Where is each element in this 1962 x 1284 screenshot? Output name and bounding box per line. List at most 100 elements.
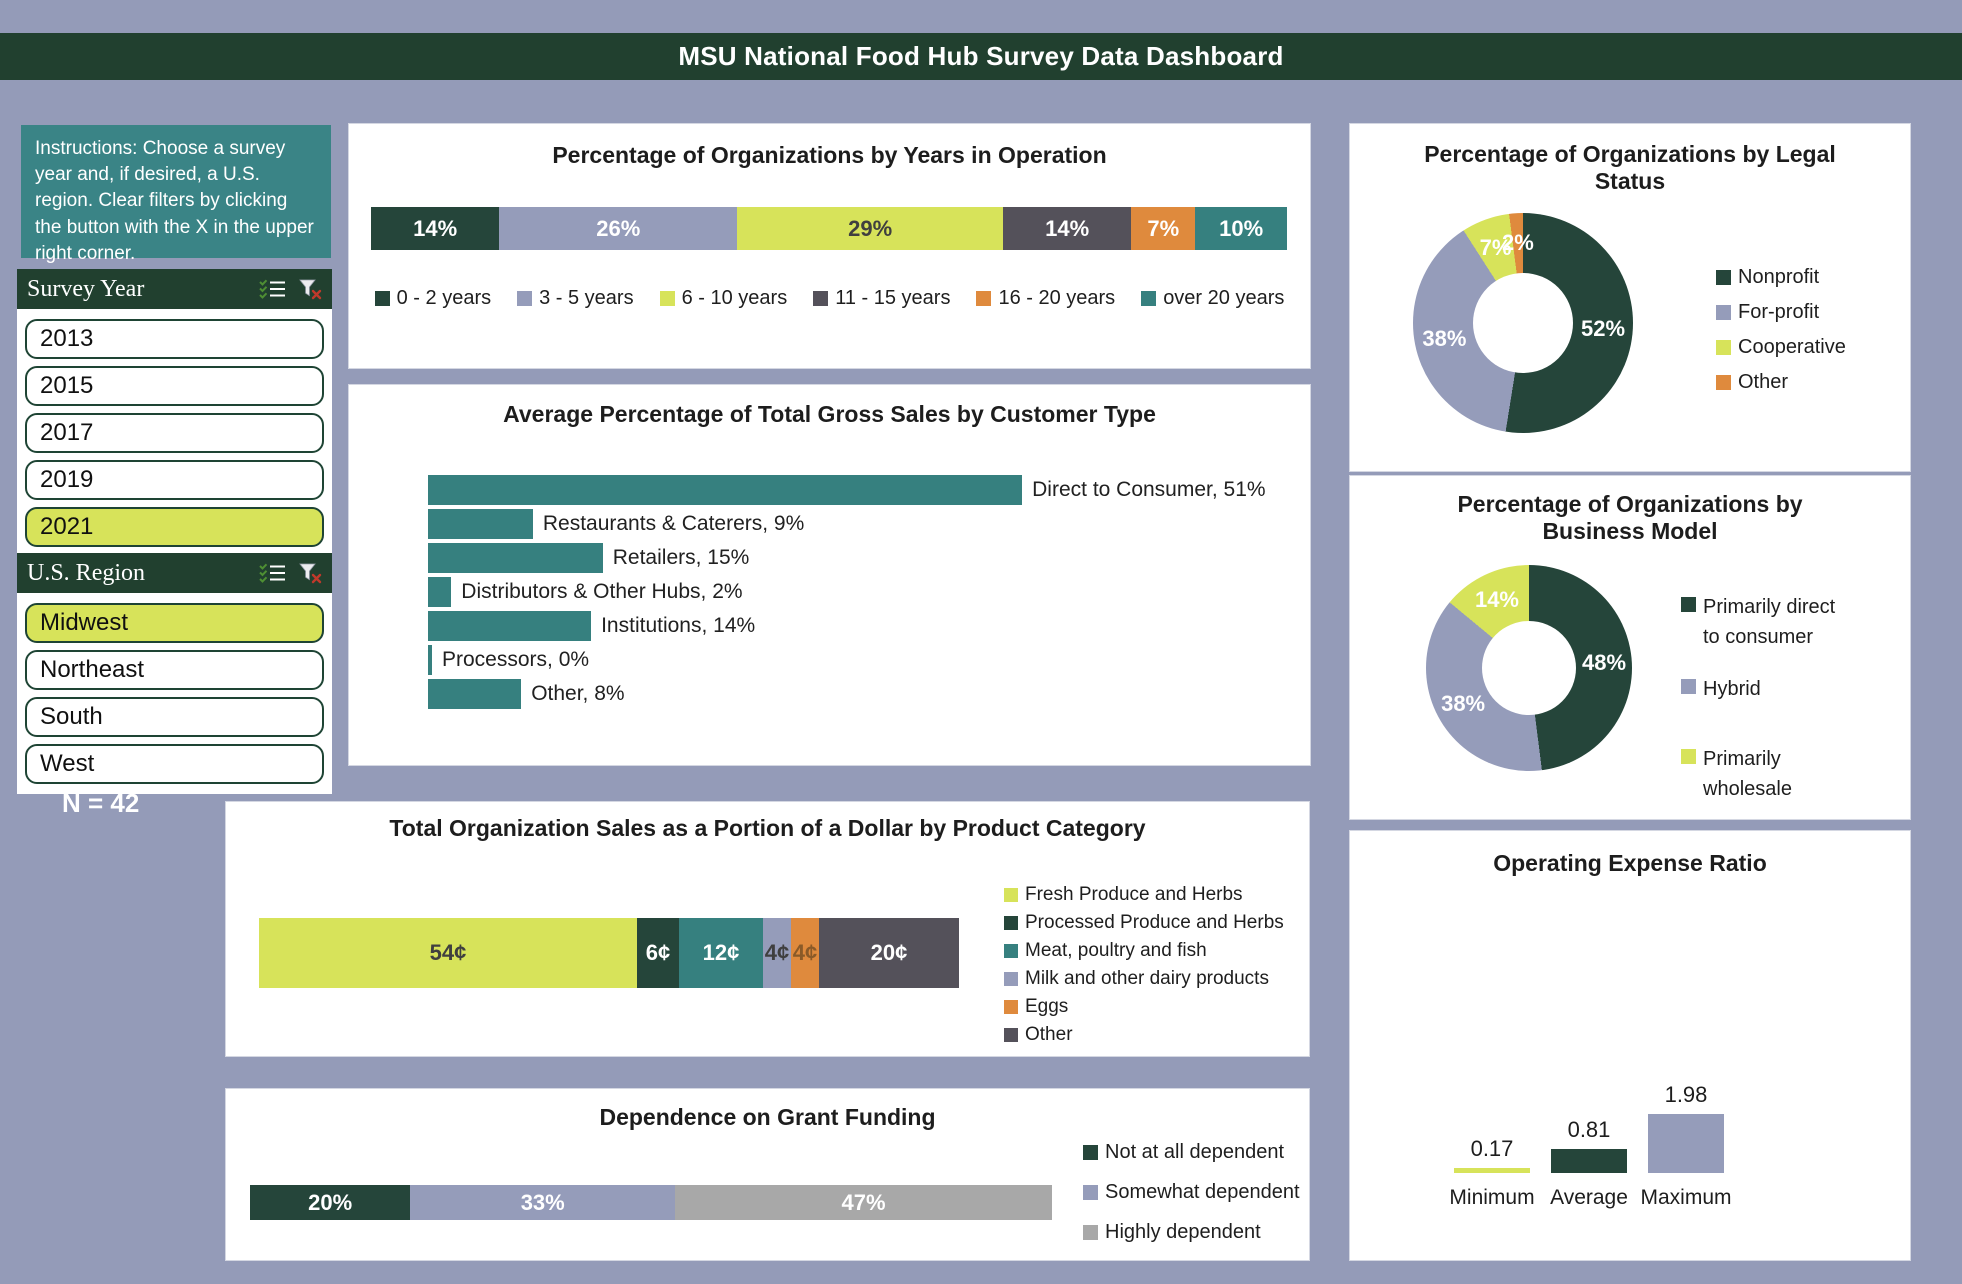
segment-somewhat-dependent[interactable]: 33% xyxy=(410,1185,675,1220)
slicer-option-2013[interactable]: 2013 xyxy=(25,319,324,359)
legend-item-11-15-years[interactable]: 11 - 15 years xyxy=(813,287,950,310)
bar-average[interactable] xyxy=(1551,1149,1627,1173)
slicer-option-2017[interactable]: 2017 xyxy=(25,413,324,453)
legend-item-processed-produce-and-herbs[interactable]: Processed Produce and Herbs xyxy=(1004,912,1284,934)
value-label: 0.17 xyxy=(1471,1136,1514,1162)
legend-swatch xyxy=(1083,1145,1098,1160)
legal-status-legend: Nonprofit For-profit Cooperative Other xyxy=(1716,266,1846,394)
segment-other[interactable]: 20¢ xyxy=(819,918,959,988)
legend-item-0-2-years[interactable]: 0 - 2 years xyxy=(375,287,491,310)
segment-meat-poultry-and-fish[interactable]: 12¢ xyxy=(679,918,763,988)
slicer-option-south[interactable]: South xyxy=(25,697,324,737)
legend-item-6-10-years[interactable]: 6 - 10 years xyxy=(660,287,788,310)
legend-label: Primarily direct to consumer xyxy=(1703,592,1853,652)
segment-milk-and-other-dairy-products[interactable]: 4¢ xyxy=(763,918,791,988)
bar-distributors-other-hubs[interactable] xyxy=(428,577,451,607)
clear-filter-icon[interactable] xyxy=(299,279,322,300)
customer-type-bars: Direct to Consumer, 51%Restaurants & Cat… xyxy=(428,475,1266,713)
slicer-option-2019[interactable]: 2019 xyxy=(25,460,324,500)
legend-item-primarily-wholesale[interactable]: Primarily wholesale xyxy=(1681,744,1853,804)
segment-label: 6¢ xyxy=(646,940,670,966)
legend-item-over-20-years[interactable]: over 20 years xyxy=(1141,287,1284,310)
segment-3-5-years[interactable]: 26% xyxy=(499,207,737,250)
segment-label: 54¢ xyxy=(430,940,467,966)
segment-0-2-years[interactable]: 14% xyxy=(371,207,499,250)
legend-item-cooperative[interactable]: Cooperative xyxy=(1716,336,1846,359)
bar-processors[interactable] xyxy=(428,645,432,675)
legend-item-16-20-years[interactable]: 16 - 20 years xyxy=(976,287,1115,310)
legend-item-primarily-direct-to-consumer[interactable]: Primarily direct to consumer xyxy=(1681,592,1853,652)
legend-label: over 20 years xyxy=(1163,287,1284,310)
segment-not-at-all-dependent[interactable]: 20% xyxy=(250,1185,410,1220)
slicer-option-northeast[interactable]: Northeast xyxy=(25,650,324,690)
legend-item-eggs[interactable]: Eggs xyxy=(1004,996,1284,1018)
bar-restaurants-caterers[interactable] xyxy=(428,509,533,539)
operating-expense-ratio-bars: 0.17Minimum0.81Average1.98Maximum xyxy=(1454,1082,1745,1210)
legal-status-donut[interactable]: 52%38%7%2% xyxy=(1413,213,1633,433)
clear-filter-icon[interactable] xyxy=(299,563,322,584)
business-model-donut[interactable]: 48%38%14% xyxy=(1426,565,1632,771)
us-region-slicer: U.S. Region Midwest Northeast South West xyxy=(17,553,332,794)
slicer-option-2015[interactable]: 2015 xyxy=(25,366,324,406)
segment-label: 26% xyxy=(596,216,640,242)
segment-fresh-produce-and-herbs[interactable]: 54¢ xyxy=(259,918,637,988)
legend-label: Highly dependent xyxy=(1105,1221,1261,1244)
legend-item-not-at-all-dependent[interactable]: Not at all dependent xyxy=(1083,1141,1300,1164)
segment-16-20-years[interactable]: 7% xyxy=(1131,207,1195,250)
legend-item-nonprofit[interactable]: Nonprofit xyxy=(1716,266,1846,289)
legend-swatch xyxy=(1681,749,1696,764)
legend-swatch xyxy=(813,291,828,306)
legend-item-highly-dependent[interactable]: Highly dependent xyxy=(1083,1221,1300,1244)
legend-item-fresh-produce-and-herbs[interactable]: Fresh Produce and Herbs xyxy=(1004,884,1284,906)
legend-item-3-5-years[interactable]: 3 - 5 years xyxy=(517,287,633,310)
us-region-slicer-header: U.S. Region xyxy=(17,553,332,593)
legend-item-other[interactable]: Other xyxy=(1004,1024,1284,1046)
slicer-option-midwest[interactable]: Midwest xyxy=(25,603,324,643)
bar-direct-to-consumer[interactable] xyxy=(428,475,1022,505)
segment-eggs[interactable]: 4¢ xyxy=(791,918,819,988)
segment-over-20-years[interactable]: 10% xyxy=(1195,207,1287,250)
donut-label-for-profit: 38% xyxy=(1422,326,1466,352)
bar-other[interactable] xyxy=(428,679,521,709)
survey-year-slicer-header: Survey Year xyxy=(17,269,332,309)
legend-item-for-profit[interactable]: For-profit xyxy=(1716,301,1846,324)
legend-swatch xyxy=(375,291,390,306)
legend-swatch xyxy=(1716,340,1731,355)
legend-item-meat-poultry-and-fish[interactable]: Meat, poultry and fish xyxy=(1004,940,1284,962)
segment-11-15-years[interactable]: 14% xyxy=(1003,207,1131,250)
legend-label: Cooperative xyxy=(1738,336,1846,359)
slicer-option-2021[interactable]: 2021 xyxy=(25,507,324,547)
segment-6-10-years[interactable]: 29% xyxy=(737,207,1003,250)
legend-item-somewhat-dependent[interactable]: Somewhat dependent xyxy=(1083,1181,1300,1204)
segment-label: 33% xyxy=(521,1190,565,1216)
legend-swatch xyxy=(1681,597,1696,612)
slicer-title-us-region: U.S. Region xyxy=(27,560,145,587)
checklist-icon[interactable] xyxy=(259,563,285,583)
legend-swatch xyxy=(1004,1028,1018,1042)
bar-minimum[interactable] xyxy=(1454,1168,1530,1173)
legend-item-milk-and-other-dairy-products[interactable]: Milk and other dairy products xyxy=(1004,968,1284,990)
bar-institutions[interactable] xyxy=(428,611,591,641)
legend-swatch xyxy=(1004,916,1018,930)
legend-label: Primarily wholesale xyxy=(1703,744,1853,804)
legend-swatch xyxy=(1716,270,1731,285)
bar-maximum[interactable] xyxy=(1648,1114,1724,1173)
legend-item-other[interactable]: Other xyxy=(1716,371,1846,394)
bar-row-processors: Processors, 0% xyxy=(428,645,1266,675)
segment-label: 47% xyxy=(841,1190,885,1216)
legend-label: Meat, poultry and fish xyxy=(1025,940,1207,962)
checklist-icon[interactable] xyxy=(259,279,285,299)
segment-processed-produce-and-herbs[interactable]: 6¢ xyxy=(637,918,679,988)
segment-label: 29% xyxy=(848,216,892,242)
years-in-operation-stacked-bar: 14%26%29%14%7%10% xyxy=(371,207,1287,250)
legend-item-hybrid[interactable]: Hybrid xyxy=(1681,674,1853,704)
bar-retailers[interactable] xyxy=(428,543,603,573)
legend-swatch xyxy=(1004,972,1018,986)
slicer-title-survey-year: Survey Year xyxy=(27,276,144,303)
legend-label: Eggs xyxy=(1025,996,1068,1018)
segment-highly-dependent[interactable]: 47% xyxy=(675,1185,1052,1220)
slicer-option-west[interactable]: West xyxy=(25,744,324,784)
segment-label: 10% xyxy=(1219,216,1263,242)
donut-label-hybrid: 38% xyxy=(1441,691,1485,717)
panel-business-model: Percentage of Organizations by Business … xyxy=(1349,475,1911,820)
